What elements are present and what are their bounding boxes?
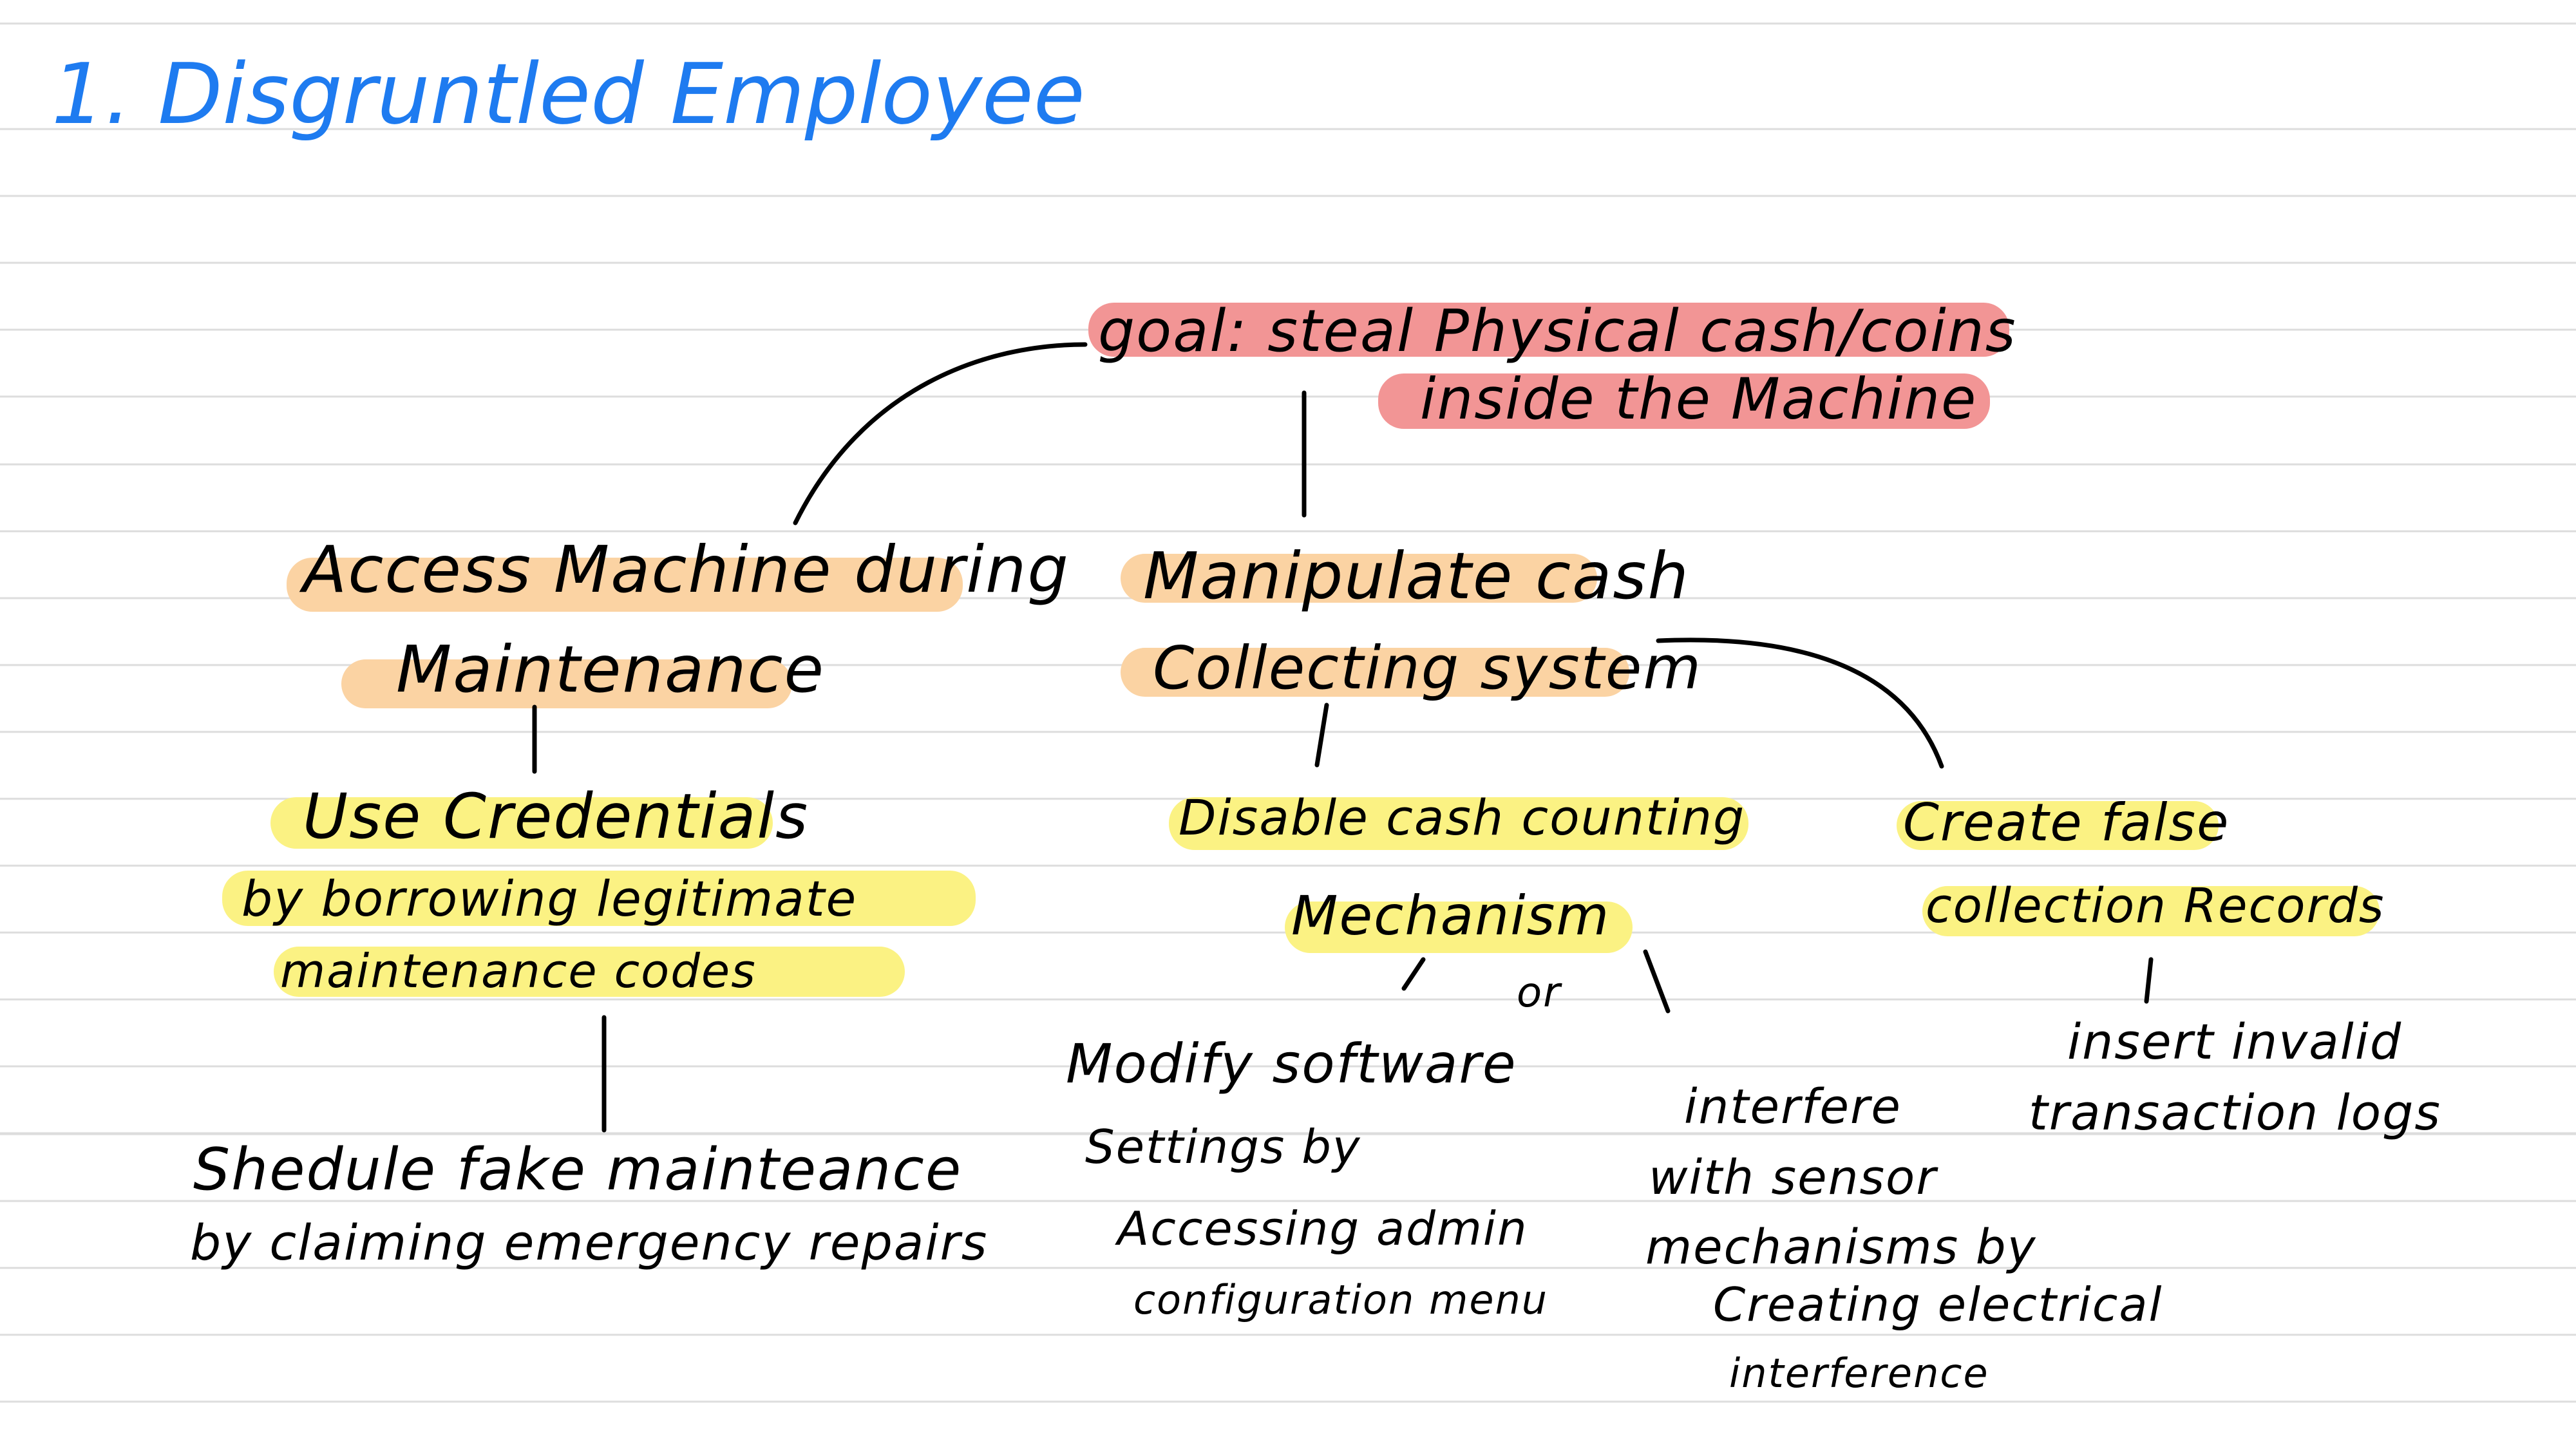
false-records-line-1: Create false	[1903, 793, 2230, 853]
interfere-line-2: with sensor	[1649, 1150, 1937, 1205]
credentials-line-3: maintenance codes	[280, 944, 757, 998]
disable-line-1: Disable cash counting	[1179, 789, 1746, 846]
access-line-2: Maintenance	[396, 632, 825, 707]
interfere-line-1: interfere	[1684, 1079, 1902, 1135]
modify-line-1: Modify software	[1066, 1032, 1517, 1095]
insert-line-1: insert invalid	[2067, 1013, 2403, 1070]
disable-to-interfere-connector	[1643, 949, 1671, 1014]
modify-line-4: configuration menu	[1133, 1276, 1549, 1323]
false-records-line-2: collection Records	[1926, 878, 2385, 934]
access-line-1: Access Machine during	[303, 532, 1070, 607]
modify-line-3: Accessing admin	[1117, 1202, 1528, 1256]
schedule-leaf-line-1: Shedule fake mainteance	[193, 1136, 963, 1204]
interfere-line-4: Creating electrical	[1713, 1278, 2163, 1332]
interfere-line-5: interference	[1729, 1350, 1989, 1397]
credentials-line-1: Use Credentials	[303, 780, 810, 853]
manipulate-line-2: Collecting system	[1153, 634, 1703, 703]
disable-to-modify-connector	[1401, 957, 1426, 991]
disable-line-2: Mechanism	[1291, 884, 1611, 947]
goal-line-1: goal: steal Physical cash/coins	[1098, 298, 2017, 365]
false-records-to-insert-connector	[2144, 957, 2154, 1004]
insert-line-2: transaction logs	[2029, 1084, 2441, 1141]
schedule-leaf-line-2: by claiming emergency repairs	[190, 1214, 989, 1271]
modify-line-2: Settings by	[1085, 1120, 1361, 1174]
interfere-line-3: mechanisms by	[1645, 1220, 2037, 1275]
attack-tree-canvas: 1. Disgruntled Employee goal: steal Phys…	[0, 0, 2576, 1445]
manipulate-line-1: Manipulate cash	[1143, 538, 1690, 614]
diagram-title: 1. Disgruntled Employee	[52, 45, 1085, 143]
or-label: or	[1517, 969, 1562, 1017]
goal-to-access-connector	[793, 342, 1088, 525]
credentials-line-2: by borrowing legitimate	[242, 870, 858, 927]
goal-line-2: inside the Machine	[1420, 366, 1978, 432]
manipulate-to-disable-connector	[1314, 703, 1329, 768]
